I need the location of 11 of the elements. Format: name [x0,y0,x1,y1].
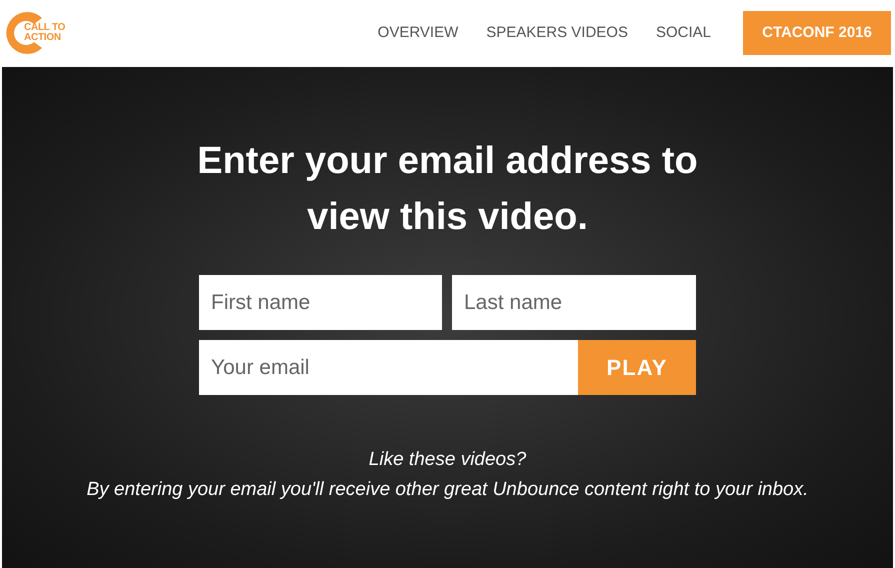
email-field[interactable]: Your email [199,340,578,395]
heading: Enter your email address to view this video. [196,139,699,240]
nav-link[interactable]: SOCIAL [642,22,725,44]
note-text: Like these videos? [368,448,526,472]
nav-link[interactable]: OVERVIEW [364,22,472,44]
note-text: By entering your email you'll receive other great Unbounce content right to your inbox. [86,478,808,502]
nav-link[interactable]: SPEAKERS VIDEOS [472,22,642,44]
logo-text: CALL TO [24,23,66,33]
first-name-field[interactable]: First name [199,275,442,330]
last-name-field[interactable]: Last name [452,275,696,330]
logo-text: ACTION [24,33,62,43]
